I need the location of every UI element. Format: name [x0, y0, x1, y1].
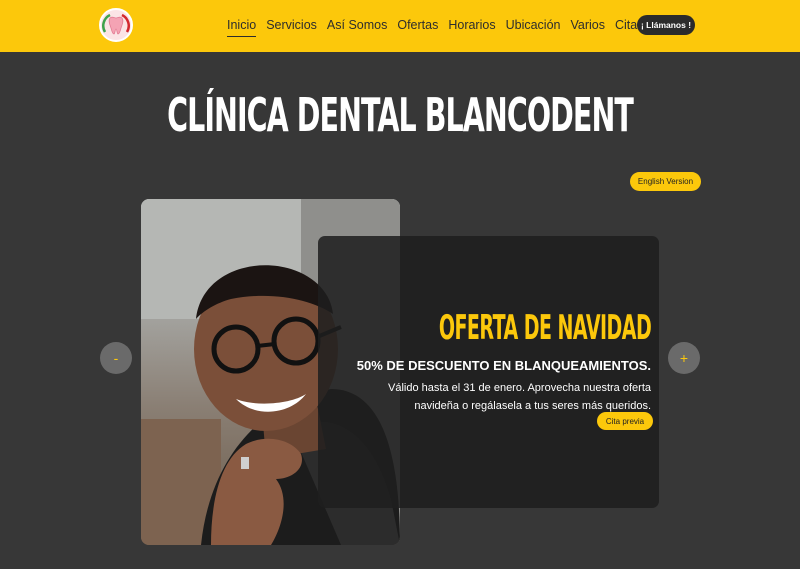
slider-prev-button[interactable]: -: [100, 342, 132, 374]
top-navigation-bar: Inicio Servicios Así Somos Ofertas Horar…: [0, 0, 800, 52]
slider-next-button[interactable]: +: [668, 342, 700, 374]
call-us-button[interactable]: ¡ Llámanos !: [637, 15, 695, 35]
nav-item-ofertas[interactable]: Ofertas: [397, 16, 438, 36]
nav-item-horarios[interactable]: Horarios: [448, 16, 495, 36]
main-nav: Inicio Servicios Así Somos Ofertas Horar…: [227, 15, 676, 37]
offer-subtitle: 50% DE DESCUENTO EN BLANQUEAMIENTOS.: [356, 358, 651, 373]
nav-item-ubicacion[interactable]: Ubicación: [506, 16, 561, 36]
nav-item-inicio[interactable]: Inicio: [227, 16, 257, 37]
tooth-logo-icon[interactable]: [99, 8, 133, 42]
nav-item-servicios[interactable]: Servicios: [266, 16, 317, 36]
nav-item-asi-somos[interactable]: Así Somos: [327, 16, 387, 36]
offer-description: Válido hasta el 31 de enero. Aprovecha n…: [388, 382, 651, 412]
cita-previa-button[interactable]: Cita previa: [597, 412, 653, 430]
english-version-button[interactable]: English Version: [630, 172, 701, 191]
offer-title: OFERTA DE NAVIDAD: [438, 308, 652, 348]
offer-card: OFERTA DE NAVIDAD 50% DE DESCUENTO EN BL…: [318, 236, 659, 508]
nav-item-varios[interactable]: Varios: [570, 16, 605, 36]
page-title: CLÍNICA DENTAL BLANCODENT: [167, 88, 634, 142]
